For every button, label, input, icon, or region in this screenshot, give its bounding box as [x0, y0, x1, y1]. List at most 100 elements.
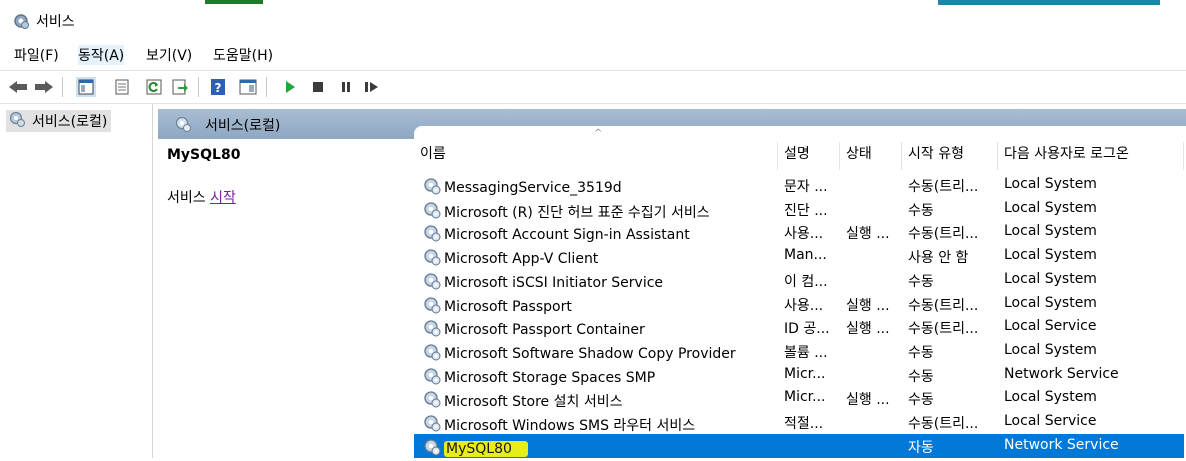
services-gear-icon: [8, 110, 26, 132]
column-header-description[interactable]: 설명: [778, 142, 840, 170]
service-description-cell: 적절...: [784, 416, 824, 432]
background-teal-block: [938, 0, 1160, 5]
refresh-icon[interactable]: [144, 77, 164, 97]
service-name: Microsoft Passport Container: [444, 322, 645, 339]
menu-help[interactable]: 도움말(H): [213, 45, 273, 65]
service-logon-cell: Local Service: [1004, 318, 1097, 335]
service-row[interactable]: Microsoft Account Sign-in Assistant 사용...…: [414, 220, 1184, 244]
service-row[interactable]: Microsoft Passport Container ID 공... 실행 ..…: [414, 315, 1184, 339]
service-description-cell: 사용...: [784, 226, 824, 243]
back-icon[interactable]: [8, 77, 28, 97]
service-startup-cell: 수동: [908, 392, 934, 409]
start-service-icon[interactable]: [280, 77, 300, 97]
service-startup-cell: 사용 안 함: [908, 250, 969, 267]
service-logon-cell: Local System: [1004, 247, 1097, 264]
service-row[interactable]: Microsoft (R) 진단 허브 표준 수집기 서비스 진단 ... 수동 Lo…: [414, 197, 1184, 221]
service-description-cell: 진단 ...: [784, 202, 828, 219]
service-row[interactable]: Microsoft Software Shadow Copy Provider 볼…: [414, 339, 1184, 363]
service-description-cell: Micr...: [784, 389, 826, 406]
service-name: Microsoft App-V Client: [444, 251, 599, 268]
window-title: 서비스: [36, 14, 75, 30]
forward-icon[interactable]: [34, 77, 54, 97]
console-tree: 서비스(로컬): [0, 104, 153, 458]
column-header-name[interactable]: 이름: [414, 142, 778, 170]
service-name: Microsoft Storage Spaces SMP: [444, 369, 656, 386]
service-description-cell: ID 공...: [784, 321, 830, 338]
service-logon-cell: Local System: [1004, 176, 1097, 192]
background-green-block: [205, 0, 263, 4]
tree-item-services-local[interactable]: 서비스(로컬): [6, 110, 112, 132]
service-logon-cell: Local Service: [1004, 413, 1097, 429]
selected-service-name: MySQL80: [167, 147, 241, 163]
service-logon-cell: Local System: [1004, 389, 1097, 406]
service-description-cell: 이 컴...: [784, 273, 828, 290]
service-row[interactable]: Microsoft Windows SMS 라우터 서비스 적절... 수동(트리.…: [414, 410, 1184, 434]
service-startup-cell: 수동: [908, 368, 934, 385]
service-name: Microsoft Windows SMS 라우터 서비스: [444, 418, 696, 434]
title-bar: 서비스: [0, 6, 1186, 36]
pause-service-icon[interactable]: [336, 77, 356, 97]
service-action-prefix: 서비스: [167, 190, 206, 206]
service-row[interactable]: Microsoft iSCSI Initiator Service 이 컴... 수…: [414, 268, 1184, 292]
service-name: Microsoft Store 설치 서비스: [444, 394, 623, 411]
service-logon-cell: Local System: [1004, 199, 1097, 216]
service-row[interactable]: MySQL80 자동 Network Service: [414, 433, 1184, 461]
menu-view[interactable]: 보기(V): [146, 45, 192, 65]
services-gear-icon: [174, 115, 192, 137]
service-status-cell: 실행 ...: [846, 392, 890, 409]
service-name: MessagingService_3519d: [444, 180, 622, 196]
service-row[interactable]: Microsoft Storage Spaces SMP Micr... 수동 Net…: [414, 363, 1184, 387]
svg-text:?: ?: [215, 81, 222, 95]
console-tree-icon[interactable]: [76, 77, 96, 97]
column-header-logon-as[interactable]: 다음 사용자로 로그온: [998, 142, 1184, 170]
service-name: Microsoft Software Shadow Copy Provider: [444, 345, 736, 362]
show-action-pane-icon[interactable]: [238, 77, 258, 97]
service-startup-cell: 자동: [908, 439, 934, 456]
service-startup-cell: 수동(트리...: [908, 226, 979, 243]
service-description-cell: 볼륨 ...: [784, 344, 828, 361]
panel-title: 서비스(로컬): [205, 118, 281, 134]
service-startup-cell: 수동(트리...: [908, 297, 979, 314]
export-icon[interactable]: [170, 77, 190, 97]
service-name: MySQL80: [444, 440, 528, 457]
service-row[interactable]: Microsoft Store 설치 서비스 Micr... 실행 ... 수동 Loc…: [414, 386, 1184, 410]
service-row[interactable]: MessagingService_3519d 문자 ... 수동(트리... Loca…: [414, 173, 1184, 197]
service-status-cell: 실행 ...: [846, 226, 890, 243]
start-service-link[interactable]: 시작: [210, 190, 236, 206]
service-logon-cell: Local System: [1004, 270, 1097, 287]
service-startup-cell: 수동: [908, 202, 934, 219]
properties-icon[interactable]: [112, 77, 132, 97]
service-logon-cell: Local System: [1004, 294, 1097, 311]
services-app-icon: [12, 12, 30, 34]
service-startup-cell: 수동(트리...: [908, 321, 979, 338]
service-action: 서비스 시작: [167, 187, 236, 207]
service-name: Microsoft (R) 진단 허브 표준 수집기 서비스: [444, 204, 710, 221]
help-icon[interactable]: ?: [208, 77, 228, 97]
toolbar: ?: [0, 70, 1186, 104]
service-description-cell: 사용...: [784, 297, 824, 314]
service-logon-cell: Local System: [1004, 341, 1097, 358]
service-gear-icon: [422, 437, 442, 461]
menu-file[interactable]: 파일(F): [14, 45, 59, 65]
resume-service-icon[interactable]: [362, 77, 382, 97]
service-row[interactable]: Microsoft Passport 사용... 실행 ... 수동(트리... Loc…: [414, 292, 1184, 316]
stop-service-icon[interactable]: [308, 77, 328, 97]
menu-action[interactable]: 동작(A): [78, 45, 125, 65]
menu-bar: 파일(F) 동작(A) 보기(V) 도움말(H): [0, 40, 1186, 68]
column-header-startup-type[interactable]: 시작 유형: [902, 142, 998, 170]
service-startup-cell: 수동: [908, 273, 934, 290]
service-name: Microsoft Account Sign-in Assistant: [444, 227, 690, 244]
service-startup-cell: 수동(트리...: [908, 416, 979, 432]
service-logon-cell: Network Service: [1004, 436, 1119, 453]
services-list: ^ 이름 설명 상태 시작 유형 다음 사용자로 로그온 MessagingSe…: [414, 126, 1186, 458]
service-description-cell: 문자 ...: [784, 179, 828, 195]
service-row[interactable]: Microsoft App-V Client Man... 사용 안 함 Local …: [414, 244, 1184, 268]
service-name: Microsoft iSCSI Initiator Service: [444, 274, 664, 291]
column-header-status[interactable]: 상태: [840, 142, 902, 170]
service-name: Microsoft Passport: [444, 298, 572, 315]
service-startup-cell: 수동(트리...: [908, 179, 979, 195]
service-description-cell: Micr...: [784, 365, 826, 382]
tree-item-label: 서비스(로컬): [32, 114, 108, 130]
sort-caret-icon: ^: [594, 128, 603, 139]
service-status-cell: 실행 ...: [846, 297, 890, 314]
